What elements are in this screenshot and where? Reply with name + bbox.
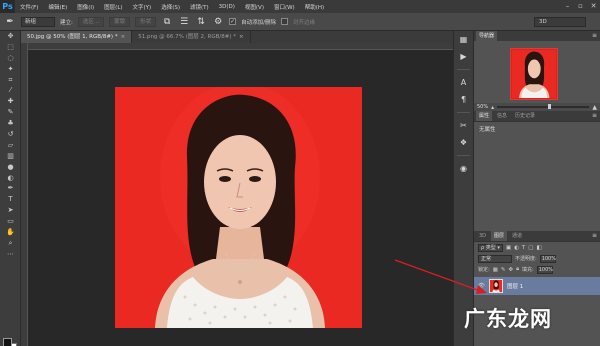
watermark-text: 广东龙网 <box>464 307 552 331</box>
annotation-arrow <box>394 259 487 294</box>
